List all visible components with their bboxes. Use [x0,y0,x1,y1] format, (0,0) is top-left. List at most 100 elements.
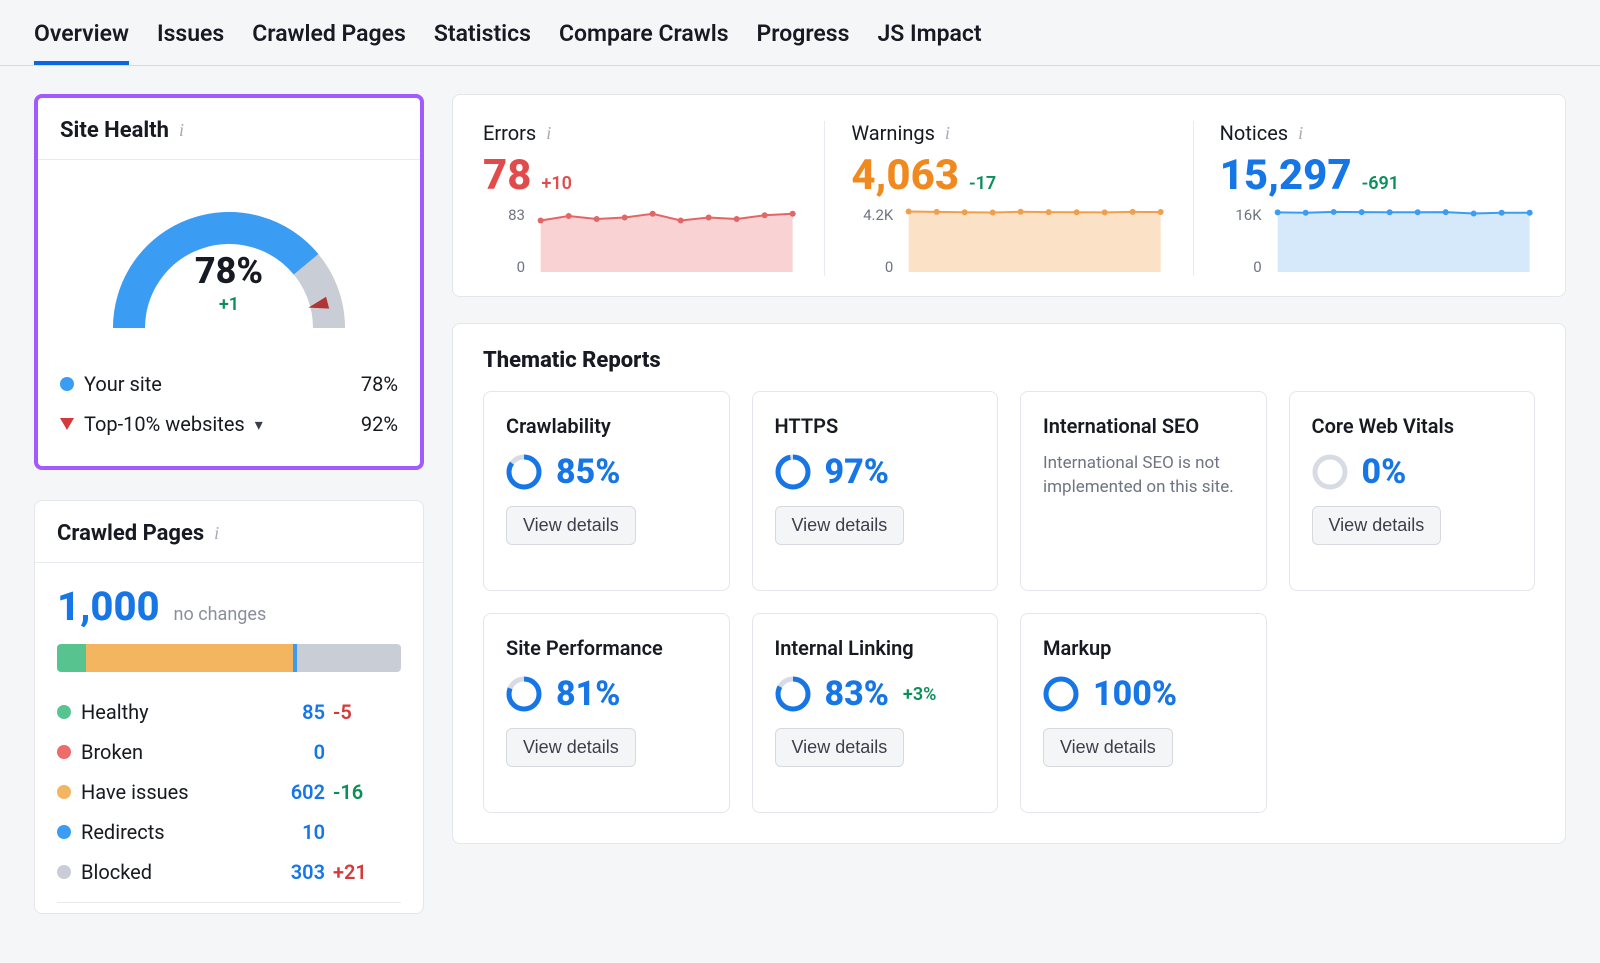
site-health-card: Site Health i 78% +1 Your site [34,94,424,470]
metric-delta: -691 [1362,173,1399,194]
breakdown-delta: -16 [333,780,379,804]
donut-icon [506,676,542,712]
axis-bot: 0 [483,258,525,276]
thematic-card-delta: +3% [903,684,936,705]
info-icon[interactable]: i [179,120,184,141]
breakdown-row[interactable]: Healthy85-5 [57,692,401,732]
thematic-card-title: HTTPS [775,414,976,438]
site-health-title-text: Site Health [60,118,169,143]
breakdown-row[interactable]: Broken0 [57,732,401,772]
breakdown-delta [333,820,379,844]
triangle-down-icon [60,418,74,430]
bar-segment[interactable] [57,644,86,672]
view-details-button[interactable]: View details [506,728,636,767]
info-icon[interactable]: i [214,523,219,544]
thematic-card-pct: 0% [1362,452,1407,492]
breakdown-row[interactable]: Have issues 602 -16 [57,772,401,812]
dot-icon [60,377,74,391]
tab-js-impact[interactable]: JS Impact [877,20,981,65]
view-details-button[interactable]: View details [506,506,636,545]
breakdown-row[interactable]: Blocked 303 +21 [57,852,401,892]
thematic-card: Internal Linking83%+3%View details [752,613,999,813]
metric-warnings[interactable]: Warnings i 4,063 -17 4.2K 0 [825,121,1193,276]
site-health-gauge: 78% +1 [38,160,420,350]
crawled-pages-count-row: 1,000 no changes [57,583,401,630]
metric-label: Warnings [851,121,935,145]
crawled-pages-count[interactable]: 1,000 [57,583,160,630]
info-icon[interactable]: i [945,123,950,144]
sparkline-errors [535,206,798,276]
site-health-legend: Your site 78% Top-10% websites ▾ 92% [38,350,420,466]
dot-icon [57,825,71,839]
breakdown-value: 0 [281,740,325,764]
metric-value: 78 [483,151,531,200]
crawled-pages-title-text: Crawled Pages [57,521,204,546]
axis-top: 4.2K [851,206,893,224]
thematic-card-pct: 85% [556,452,620,492]
view-details-button[interactable]: View details [775,728,905,767]
tab-compare-crawls[interactable]: Compare Crawls [559,20,729,65]
site-health-title: Site Health i [38,98,420,160]
tab-bar: Overview Issues Crawled Pages Statistics… [0,0,1600,66]
legend-label: Your site [84,372,162,396]
breakdown-value: 303 [281,860,325,884]
thematic-card: HTTPS 97% View details [752,391,999,591]
tab-overview[interactable]: Overview [34,20,129,65]
dot-icon [57,745,71,759]
breakdown-label: Have issues [81,780,189,804]
tab-progress[interactable]: Progress [757,20,850,65]
donut-icon [506,454,542,490]
metric-delta: -17 [969,173,996,194]
thematic-card: International SEOInternational SEO is no… [1020,391,1267,591]
breakdown-label: Blocked [81,860,152,884]
tab-issues[interactable]: Issues [157,20,224,65]
legend-top10[interactable]: Top-10% websites ▾ 92% [60,404,398,444]
view-details-button[interactable]: View details [1043,728,1173,767]
metric-delta: +10 [541,173,571,194]
thematic-card-pct: 97% [825,452,889,492]
thematic-grid: Crawlability85%View detailsHTTPS97%View … [453,381,1565,843]
breakdown-label: Redirects [81,820,165,844]
tab-crawled-pages[interactable]: Crawled Pages [252,20,406,65]
breakdown-delta: -5 [333,700,379,724]
thematic-card-pct: 83% [825,674,889,714]
info-icon[interactable]: i [546,123,551,144]
view-details-button[interactable]: View details [775,506,905,545]
crawled-pages-card: Crawled Pages i 1,000 no changes Healthy… [34,500,424,914]
breakdown-row[interactable]: Redirects10 [57,812,401,852]
spark-axis: 83 0 [483,206,525,276]
metric-label: Errors [483,121,536,145]
metrics-card: Errors i 78 +10 83 0 Warnings [452,94,1566,297]
donut-icon [1043,676,1079,712]
thematic-card-title: Markup [1043,636,1244,660]
dot-icon [57,785,71,799]
breakdown-value: 85 [281,700,325,724]
chevron-down-icon: ▾ [255,415,263,434]
metric-notices[interactable]: Notices i 15,297 -691 16K 0 [1194,121,1535,276]
thematic-card-title: International SEO [1043,414,1244,438]
breakdown-delta: +21 [333,860,379,884]
info-icon[interactable]: i [1298,123,1303,144]
thematic-card: Core Web Vitals0%View details [1289,391,1536,591]
spark-axis: 4.2K 0 [851,206,893,276]
bar-segment[interactable] [297,644,401,672]
sparkline-notices [1272,206,1535,276]
donut-icon [775,676,811,712]
donut-icon [1312,454,1348,490]
legend-label: Top-10% websites [84,412,245,436]
crawled-pages-bar [57,644,401,672]
metric-errors[interactable]: Errors i 78 +10 83 0 [483,121,825,276]
bar-segment[interactable] [86,644,293,672]
dot-icon [57,865,71,879]
crawled-pages-title: Crawled Pages i [35,501,423,563]
tab-statistics[interactable]: Statistics [434,20,531,65]
metric-label: Notices [1220,121,1288,145]
thematic-card: Markup100%View details [1020,613,1267,813]
view-details-button[interactable]: View details [1312,506,1442,545]
legend-value: 78% [361,372,398,396]
thematic-title: Thematic Reports [453,324,1565,381]
breakdown-value: 602 [281,780,325,804]
axis-top: 16K [1220,206,1262,224]
breakdown-delta [333,740,379,764]
spark-axis: 16K 0 [1220,206,1262,276]
